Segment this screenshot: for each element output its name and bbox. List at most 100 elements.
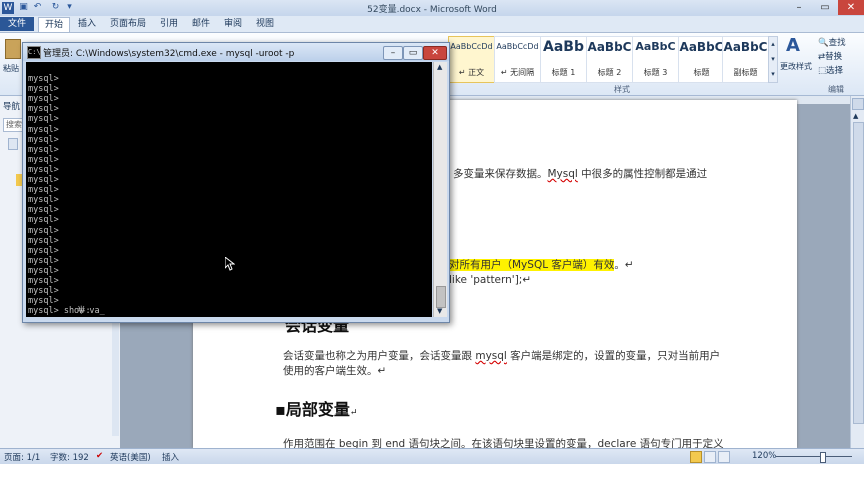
select-button[interactable]: ⬚选择 (818, 64, 843, 76)
scroll-up-icon[interactable]: ▲ (853, 112, 858, 120)
style-sample: AaBbC (635, 40, 676, 53)
console-prompt-line: mysql> (28, 154, 59, 165)
console-prompt-line: mysql> (28, 114, 59, 125)
doc-line-1-mysql: Mysql (547, 168, 578, 180)
console-prompt-line: mysql> (28, 205, 59, 216)
style-sample: AaBbC (679, 40, 724, 54)
nav-browse-headings-icon[interactable] (8, 138, 18, 150)
console-prompt-line: mysql> (28, 175, 59, 185)
doc-para-1-mysql: mysql (475, 350, 507, 362)
doc-para-1-b: 客户端是绑定的，设置的变量，只对当前用户 (506, 350, 721, 362)
tab-insert[interactable]: 插入 (74, 17, 100, 31)
change-styles-label: 更改样式 (780, 62, 812, 71)
view-web-layout-icon[interactable] (718, 451, 730, 463)
tab-home[interactable]: 开始 (38, 17, 70, 32)
style-label: ↵ 正文 (458, 68, 485, 77)
cmd-scrollbar[interactable]: ▲ ▼ (433, 62, 447, 317)
change-styles-button[interactable]: A 更改样式 (780, 35, 812, 81)
console-output[interactable]: mysql> mysql> mysql> mysql> mysql> mysql> mysq… (26, 62, 432, 317)
doc-heading-local-variables: ▪局部变量↵ (275, 396, 357, 420)
view-print-layout-icon[interactable] (690, 451, 702, 463)
zoom-slider[interactable] (776, 452, 852, 463)
replace-label: 替换 (825, 52, 843, 62)
cmd-maximize-button[interactable]: ▭ (403, 46, 423, 60)
style-subtitle[interactable]: AaBbC 副标题 (722, 36, 769, 83)
taskbar-area (0, 464, 864, 486)
cmd-scroll-down-icon[interactable]: ▼ (437, 307, 442, 315)
style-label: 标题 2 (597, 68, 622, 77)
tab-file[interactable]: 文件 (0, 17, 34, 31)
console-prompt-line: mysql> (28, 134, 59, 145)
maximize-button[interactable]: ▭ (812, 0, 838, 15)
style-title[interactable]: AaBbC 标题 (678, 36, 725, 83)
cmd-scroll-thumb[interactable] (436, 286, 446, 308)
style-heading-1[interactable]: AaBb 标题 1 (540, 36, 587, 83)
doc-line-1-a: 多变量来保存数据。 (453, 168, 548, 180)
style-heading-3[interactable]: AaBbC 标题 3 (632, 36, 679, 83)
find-label: 查找 (828, 38, 846, 48)
style-no-spacing[interactable]: AaBbCcDd ↵ 无间隔 (494, 36, 541, 83)
console-prompt-line: mysql> (28, 104, 59, 115)
style-label: 标题 1 (551, 68, 576, 77)
select-icon: ⬚ (818, 66, 827, 76)
tab-view[interactable]: 视图 (252, 17, 278, 31)
nav-search-placeholder: 搜索 (6, 120, 22, 129)
cmd-scroll-up-icon[interactable]: ▲ (437, 63, 442, 71)
console-prompt-line: mysql> (28, 235, 59, 246)
scroll-thumb[interactable] (853, 122, 864, 424)
cmd-window[interactable]: C:\ 管理员: C:\Windows\system32\cmd.exe - m… (22, 42, 450, 323)
style-label: ↵ 无间隔 (500, 68, 535, 77)
paste-button[interactable]: 粘贴 (2, 35, 22, 79)
nav-title: 导航 (3, 102, 21, 112)
tab-references[interactable]: 引用 (156, 17, 182, 31)
cmd-close-button[interactable]: ✕ (423, 46, 447, 60)
console-prompt-line: mysql> (28, 215, 59, 226)
paste-label: 粘贴 (3, 64, 19, 73)
cmd-icon[interactable]: C:\ (27, 46, 41, 59)
console-prompt-line: mysql> (28, 185, 59, 196)
cmd-minimize-button[interactable]: – (383, 46, 403, 60)
ribbon-tabs: 文件 开始 插入 页面布局 引用 邮件 审阅 视图 (0, 16, 864, 33)
proofing-icon[interactable]: ✔ (96, 451, 103, 461)
console-prompt-line: mysql> (28, 255, 59, 266)
zoom-slider-thumb[interactable] (820, 452, 826, 463)
window-title: 52变量.docx - Microsoft Word (367, 5, 497, 15)
console-prompt-line: mysql> (28, 276, 59, 286)
style-heading-2[interactable]: AaBbC 标题 2 (586, 36, 633, 83)
ime-indicator: 半: (77, 306, 91, 316)
console-prompt-line: mysql> (28, 144, 59, 155)
ruler-toggle-icon[interactable] (852, 98, 864, 110)
paste-icon (5, 39, 21, 59)
status-word-count[interactable]: 字数: 192 (50, 451, 89, 463)
console-prompt-line: mysql> (28, 225, 59, 236)
status-zoom[interactable]: 120% (752, 451, 776, 461)
view-full-screen-icon[interactable] (704, 451, 716, 463)
edit-group-label: 编辑 (828, 85, 844, 94)
doc-line-1: 多变量来保存数据。Mysql 中很多的属性控制都是通过 (453, 166, 707, 181)
tab-page-layout[interactable]: 页面布局 (106, 17, 150, 31)
doc-heading-local-mark: ↵ (349, 408, 358, 418)
status-language[interactable]: 英语(美国) (110, 451, 151, 463)
style-normal[interactable]: AaBbCcDd ↵ 正文 (448, 36, 495, 83)
close-button[interactable]: ✕ (838, 0, 864, 15)
change-styles-icon: A (786, 35, 800, 56)
tab-review[interactable]: 审阅 (220, 17, 246, 31)
console-prompt-line: mysql> (28, 195, 59, 206)
find-button[interactable]: 🔍查找 (818, 36, 846, 48)
doc-paragraph-1: 会话变量也称之为用户变量，会话变量跟 mysql 客户端是绑定的，设置的变量，只… (283, 348, 720, 363)
tab-mailings[interactable]: 邮件 (188, 17, 214, 31)
doc-line-3: like 'pattern'];↵ (449, 274, 532, 286)
cmd-titlebar[interactable]: C:\ 管理员: C:\Windows\system32\cmd.exe - m… (23, 43, 449, 61)
minimize-button[interactable]: – (786, 0, 812, 15)
style-sample: AaBb (543, 39, 584, 55)
console-current-input[interactable]: mysql> show va_ (28, 306, 105, 316)
style-label: 标题 (693, 68, 710, 77)
find-icon: 🔍 (818, 38, 829, 48)
status-page[interactable]: 页面: 1/1 (4, 451, 40, 463)
document-vertical-scrollbar[interactable]: ▲ (850, 96, 864, 448)
replace-button[interactable]: ⇄替换 (818, 50, 842, 62)
doc-para-1-a: 会话变量也称之为用户变量，会话变量跟 (283, 350, 476, 362)
styles-scroll[interactable]: ▴ ▾ ▾ (768, 36, 778, 83)
mouse-cursor-icon (225, 257, 235, 271)
status-insert-mode[interactable]: 插入 (162, 451, 179, 463)
